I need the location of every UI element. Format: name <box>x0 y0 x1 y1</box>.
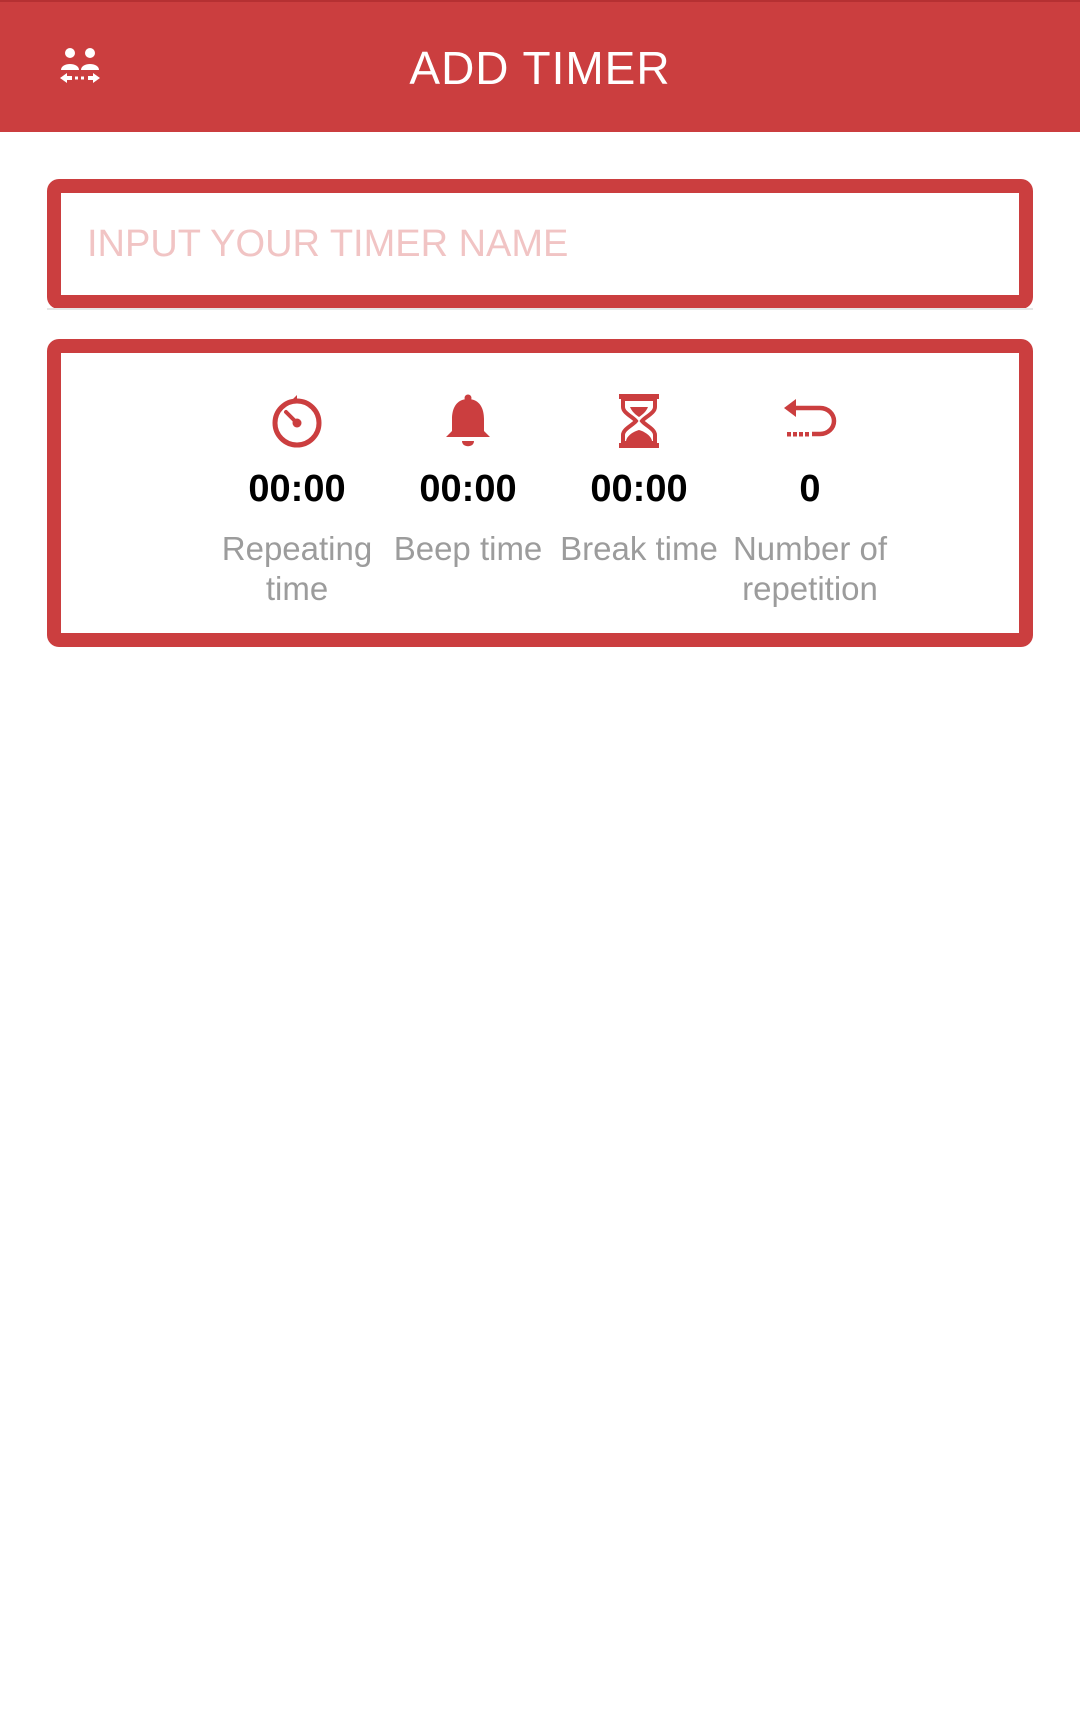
repeating-time-setting[interactable]: 00:00 Repeating time <box>211 353 383 633</box>
page-title: ADD TIMER <box>409 42 671 94</box>
hourglass-icon <box>619 394 659 448</box>
break-time-setting[interactable]: 00:00 Break time <box>553 353 725 633</box>
repeating-time-label: Repeating time <box>221 530 373 607</box>
bell-icon <box>446 394 490 447</box>
repetition-count-label: Number of repetition <box>732 530 888 607</box>
repeat-arrow-icon <box>784 399 837 437</box>
break-time-label: Break time <box>560 530 718 567</box>
break-time-value: 00:00 <box>590 468 688 510</box>
beep-time-value: 00:00 <box>419 468 517 510</box>
app-bar: ADD TIMER <box>0 0 1080 132</box>
beep-time-label: Beep time <box>393 530 543 567</box>
name-field-underline <box>47 308 1033 310</box>
repeating-time-value: 00:00 <box>248 468 346 510</box>
timer-settings-panel: 00:00 Repeating time 00:00 Beep time 00:… <box>47 339 1033 647</box>
repetition-count-setting[interactable]: 0 Number of repetition <box>724 353 896 633</box>
timer-name-field-container <box>47 179 1033 309</box>
timer-name-input[interactable] <box>61 193 1019 295</box>
beep-time-setting[interactable]: 00:00 Beep time <box>382 353 554 633</box>
stopwatch-icon <box>272 395 322 448</box>
repetition-count-value: 0 <box>799 468 821 510</box>
